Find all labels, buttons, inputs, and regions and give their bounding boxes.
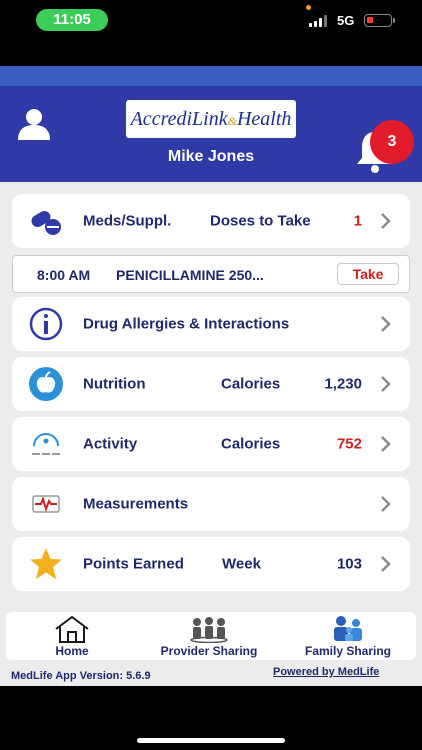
tab-home[interactable]: Home xyxy=(20,612,124,660)
tab-family-sharing[interactable]: Family Sharing xyxy=(292,612,404,660)
allergies-label: Drug Allergies & Interactions xyxy=(83,315,290,333)
points-metric: Week xyxy=(222,555,261,573)
app-version: MedLife App Version: 5.6.9 xyxy=(11,670,151,682)
points-card[interactable]: Points Earned Week 103 xyxy=(12,537,410,591)
tab-home-label: Home xyxy=(55,644,89,658)
info-icon xyxy=(29,307,63,341)
activity-metric: Calories xyxy=(221,435,281,453)
measurements-label: Measurements xyxy=(83,495,189,513)
chevron-right-icon xyxy=(381,556,391,572)
nutrition-card[interactable]: Nutrition Calories 1,230 xyxy=(12,357,410,411)
measurements-card[interactable]: Measurements xyxy=(12,477,410,531)
dose-row: 8:00 AM PENICILLAMINE 250... Take xyxy=(12,255,410,293)
apple-icon xyxy=(29,367,63,401)
chevron-right-icon xyxy=(381,213,391,229)
doses-value: 1 xyxy=(353,212,362,230)
points-value: 103 xyxy=(336,555,362,573)
chevron-right-icon xyxy=(381,376,391,392)
meds-label: Meds/Suppl. xyxy=(83,212,172,230)
star-icon xyxy=(30,548,62,579)
chevron-right-icon xyxy=(381,496,391,512)
person-icon[interactable] xyxy=(16,106,52,142)
bottom-tab-bar: Home Provider Sharing Family Sharing xyxy=(6,612,416,660)
signal-icon xyxy=(309,15,329,27)
powered-by-link[interactable]: Powered by MedLife xyxy=(273,666,379,678)
nutrition-value: 1,230 xyxy=(324,375,362,393)
tab-family-sharing-label: Family Sharing xyxy=(304,644,392,658)
meds-card[interactable]: Meds/Suppl. Doses to Take 1 xyxy=(12,194,410,248)
status-bar: 11:05 5G xyxy=(0,0,422,40)
activity-label: Activity xyxy=(83,435,138,453)
network-label: 5G xyxy=(337,13,355,28)
take-button[interactable]: Take xyxy=(337,263,399,285)
chevron-right-icon xyxy=(381,316,391,332)
battery-icon xyxy=(364,14,395,27)
notification-badge[interactable]: 3 xyxy=(370,120,414,164)
doses-label: Doses to Take xyxy=(210,212,311,230)
logo-text-2: Health xyxy=(236,108,292,130)
tab-provider-sharing-label: Provider Sharing xyxy=(160,644,258,658)
user-name: Mike Jones xyxy=(167,148,255,165)
chevron-right-icon xyxy=(381,436,391,452)
activity-card[interactable]: Activity Calories 752 xyxy=(12,417,410,471)
app-screen: AccrediLink&Health Mike Jones 3 Meds/Sup… xyxy=(0,66,422,686)
family-icon xyxy=(334,616,362,641)
nutrition-metric: Calories xyxy=(221,375,281,393)
brand-logo: AccrediLink&Health xyxy=(126,100,296,138)
logo-text: AccrediLink xyxy=(130,108,228,130)
dose-medication: PENICILLAMINE 250... xyxy=(116,267,264,283)
app-header: AccrediLink&Health Mike Jones 3 xyxy=(0,86,422,182)
points-label: Points Earned xyxy=(83,555,184,573)
dose-time: 8:00 AM xyxy=(37,267,91,283)
activity-gauge-icon xyxy=(32,433,60,455)
nutrition-label: Nutrition xyxy=(83,375,146,393)
home-icon xyxy=(55,615,89,643)
header-strip xyxy=(0,66,422,86)
tab-provider-sharing[interactable]: Provider Sharing xyxy=(152,612,266,660)
privacy-indicator xyxy=(306,5,311,10)
status-time: 11:05 xyxy=(36,9,108,31)
pill-icon xyxy=(31,211,61,235)
activity-value: 752 xyxy=(336,435,362,453)
allergies-card[interactable]: Drug Allergies & Interactions xyxy=(12,297,410,351)
logo-amp: & xyxy=(227,114,237,128)
people-group-icon xyxy=(190,617,228,643)
heartbeat-icon xyxy=(32,495,60,513)
home-indicator[interactable] xyxy=(137,738,285,743)
